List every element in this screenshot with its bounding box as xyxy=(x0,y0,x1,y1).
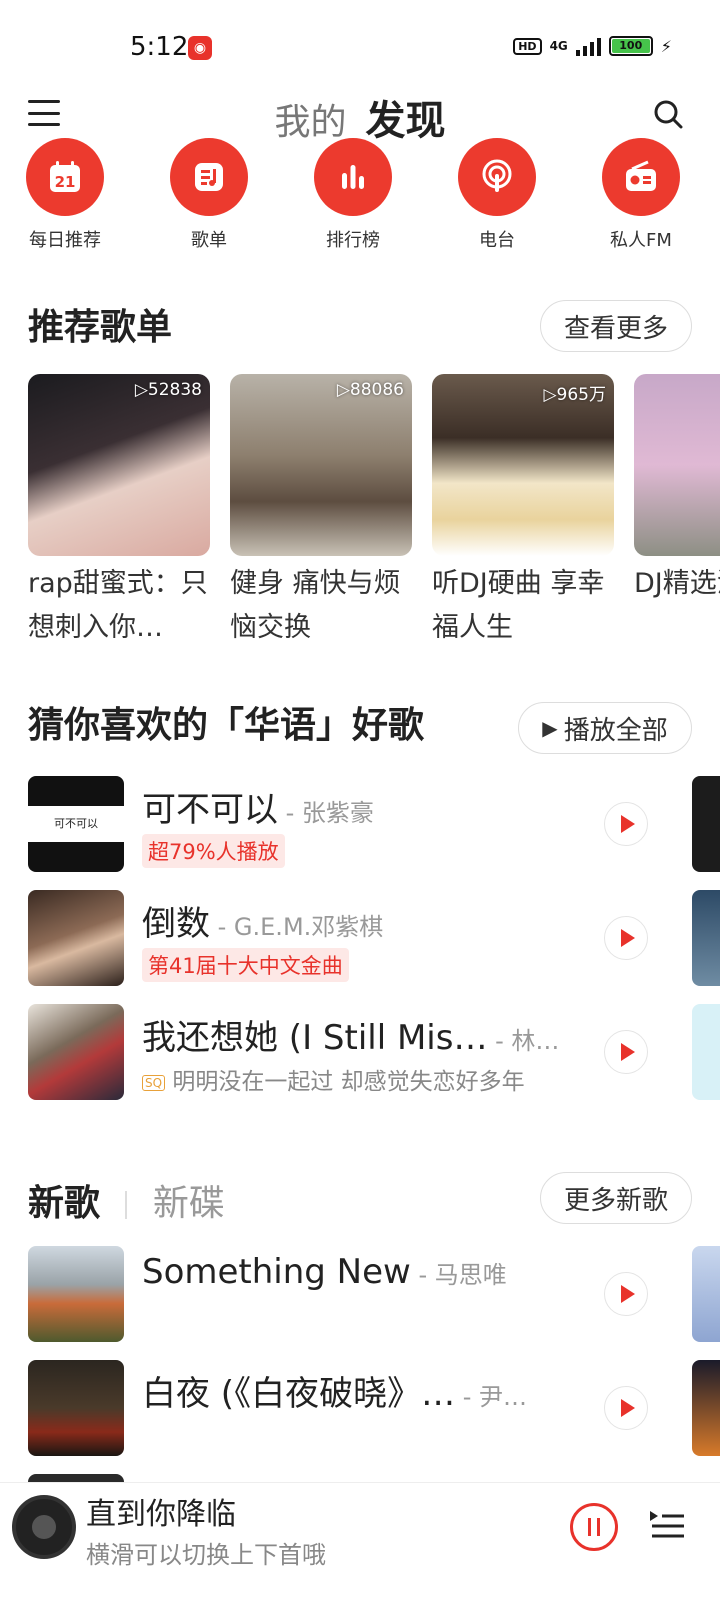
new-tabs: 新歌 新碟 xyxy=(28,1174,225,1226)
netease-notification-icon: ◉ xyxy=(188,36,212,60)
charging-icon: ⚡ xyxy=(660,36,672,56)
song-title: 倒数 - G.E.M.邓紫棋 xyxy=(142,904,384,944)
category-label: 私人FM xyxy=(610,230,672,251)
clock: 5:12 xyxy=(130,32,189,62)
playlist-name: DJ精选流行热 xyxy=(634,568,720,599)
category-daily[interactable]: 21 每日推荐 xyxy=(10,138,120,252)
now-playing-hint: 横滑可以切换上下首哦 xyxy=(86,1541,326,1569)
song-cover xyxy=(28,890,124,986)
play-button[interactable] xyxy=(604,1272,648,1316)
section-title-guess: 猜你喜欢的「华语」好歌 xyxy=(28,705,425,746)
playlist-card[interactable]: ▷965万 听DJ硬曲 享幸福人生 xyxy=(432,374,614,650)
playlist-name: rap甜蜜式：只想刺入你… xyxy=(28,568,208,643)
song-row[interactable]: Something New - 马思唯 xyxy=(28,1246,720,1344)
playlist-queue-icon[interactable] xyxy=(648,1509,686,1541)
playlist-cover: ▷88086 xyxy=(230,374,412,556)
album-disc xyxy=(12,1495,76,1559)
category-label: 排行榜 xyxy=(326,230,380,251)
mini-player[interactable]: 直到你降临 横滑可以切换上下首哦 xyxy=(0,1482,720,1600)
play-all-button[interactable]: ▶ 播放全部 xyxy=(518,702,692,754)
song-subtitle: SQ 明明没在一起过 却感觉失恋好多年 xyxy=(142,1062,525,1096)
song-artist: - G.E.M.邓紫棋 xyxy=(210,913,384,941)
song-title: 我还想她 (I Still Mis… - 林… xyxy=(142,1018,560,1058)
song-artist: - 马思唯 xyxy=(410,1261,507,1289)
tab-new-albums[interactable]: 新碟 xyxy=(153,1183,225,1224)
next-column-peek xyxy=(692,1360,720,1456)
radio-icon xyxy=(602,138,680,216)
signal-icon xyxy=(575,36,601,56)
play-icon: ▶ xyxy=(542,716,558,740)
song-artist: - 林… xyxy=(487,1027,560,1055)
song-cover: 可不可以 xyxy=(28,776,124,872)
now-playing-title: 直到你降临 xyxy=(86,1497,236,1532)
play-count: ▷52838 xyxy=(134,380,202,400)
song-tag: 超79%人播放 xyxy=(142,834,285,868)
category-label: 每日推荐 xyxy=(29,230,101,251)
play-count: ▷965万 xyxy=(543,385,606,405)
song-row[interactable]: 倒数 - G.E.M.邓紫棋 第41届十大中文金曲 xyxy=(28,890,720,988)
song-tag: 第41届十大中文金曲 xyxy=(142,948,349,982)
sq-badge: SQ xyxy=(142,1074,166,1091)
playlist-name: 听DJ硬曲 享幸福人生 xyxy=(432,568,605,643)
category-fm[interactable]: 私人FM xyxy=(586,138,696,252)
play-all-label: 播放全部 xyxy=(563,715,668,746)
status-icons: HD 4G 100 ⚡ xyxy=(513,36,672,56)
search-icon[interactable] xyxy=(652,98,684,130)
hd-icon: HD xyxy=(513,37,542,55)
next-column-peek xyxy=(692,776,720,872)
song-cover xyxy=(28,1246,124,1342)
playlist-cover: ▷52838 xyxy=(28,374,210,556)
category-label: 电台 xyxy=(479,230,515,251)
view-more-button[interactable]: 查看更多 xyxy=(540,300,692,352)
playlist-card[interactable]: ▷88086 健身 痛快与烦恼交换 xyxy=(230,374,412,650)
tab-new-songs[interactable]: 新歌 xyxy=(28,1183,100,1224)
network-type: 4G xyxy=(549,39,568,53)
song-title: Something New - 马思唯 xyxy=(142,1252,507,1292)
play-button[interactable] xyxy=(604,802,648,846)
more-new-songs-button[interactable]: 更多新歌 xyxy=(540,1172,692,1224)
next-column-peek xyxy=(692,1004,720,1100)
tab-discover[interactable]: 发现 xyxy=(366,98,446,144)
song-row[interactable]: 我还想她 (I Still Mis… - 林… SQ 明明没在一起过 却感觉失恋… xyxy=(28,1004,720,1102)
podcast-icon xyxy=(458,138,536,216)
next-column-peek xyxy=(692,1246,720,1342)
pause-button[interactable] xyxy=(570,1503,618,1551)
category-label: 歌单 xyxy=(191,230,227,251)
category-playlist[interactable]: 歌单 xyxy=(154,138,264,252)
play-count: ▷88086 xyxy=(336,380,404,400)
song-title: 白夜 (《白夜破晓》… - 尹… xyxy=(142,1374,527,1414)
song-cover xyxy=(28,1004,124,1100)
song-artist: - 尹… xyxy=(455,1383,527,1411)
playlist-icon xyxy=(170,138,248,216)
play-button[interactable] xyxy=(604,1386,648,1430)
section-title-recommend: 推荐歌单 xyxy=(28,307,173,348)
playlist-cover: ▷965万 xyxy=(432,374,614,556)
song-artist: - 张紫豪 xyxy=(278,799,374,827)
top-tabs: 我的 发现 xyxy=(0,88,720,146)
play-button[interactable] xyxy=(604,916,648,960)
song-title: 可不可以 - 张紫豪 xyxy=(142,790,374,830)
song-cover xyxy=(28,1360,124,1456)
playlist-card[interactable]: ▷52838 rap甜蜜式：只想刺入你… xyxy=(28,374,210,650)
song-row[interactable]: 白夜 (《白夜破晓》… - 尹… xyxy=(28,1360,720,1458)
chart-icon xyxy=(314,138,392,216)
calendar-icon: 21 xyxy=(26,138,104,216)
tab-divider xyxy=(125,1191,128,1219)
playlist-card[interactable]: DJ精选流行热 xyxy=(634,374,720,650)
song-row[interactable]: 可不可以 可不可以 - 张紫豪 超79%人播放 xyxy=(28,776,720,874)
category-charts[interactable]: 排行榜 xyxy=(298,138,408,252)
svg-text:21: 21 xyxy=(55,173,76,191)
battery-icon: 100 xyxy=(608,36,653,56)
playlist-name: 健身 痛快与烦恼交换 xyxy=(230,568,401,643)
category-podcast[interactable]: 电台 xyxy=(442,138,552,252)
play-button[interactable] xyxy=(604,1030,648,1074)
next-column-peek xyxy=(692,890,720,986)
tab-mine[interactable]: 我的 xyxy=(274,102,346,143)
category-row: 21 每日推荐 歌单 排行榜 电台 私人FM xyxy=(0,138,720,260)
playlist-cover xyxy=(634,374,720,556)
